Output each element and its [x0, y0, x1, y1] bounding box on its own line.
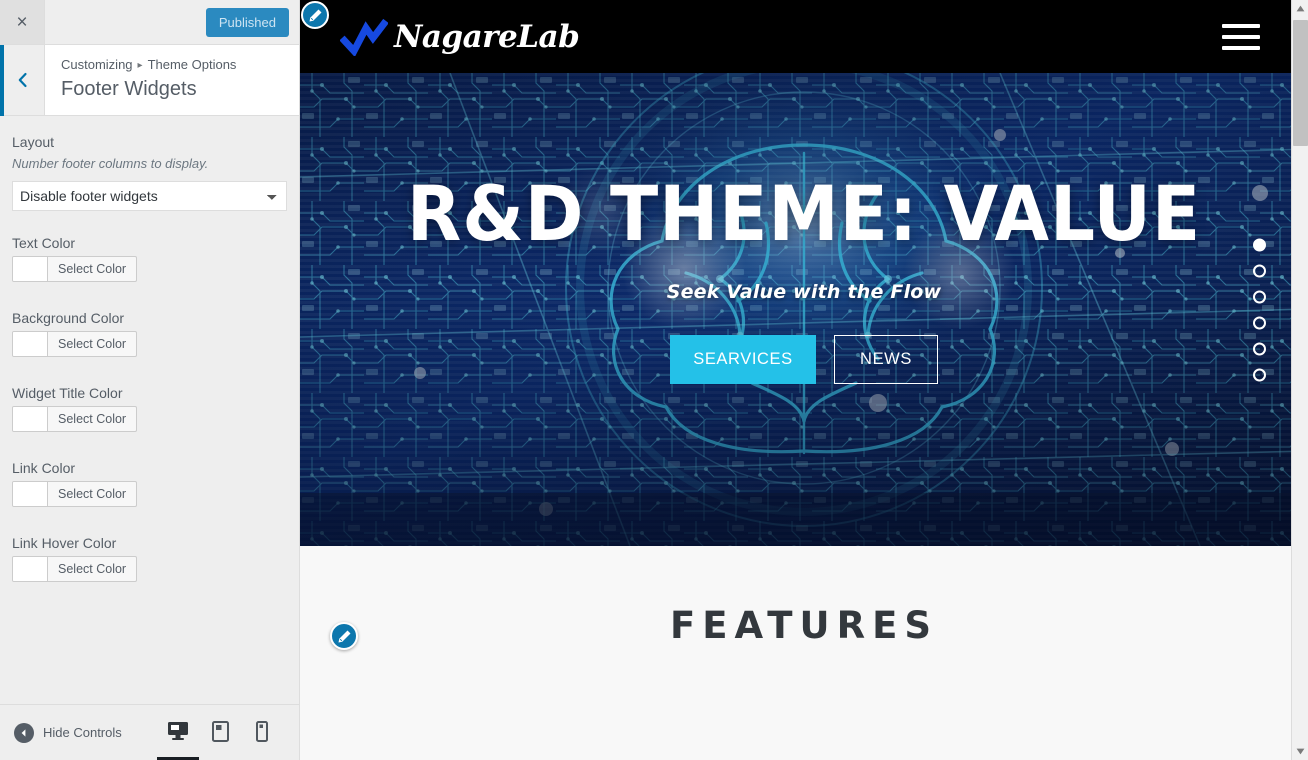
tablet-icon: [211, 720, 229, 742]
desktop-icon: [168, 722, 188, 740]
slider-dot-2[interactable]: [1253, 264, 1266, 277]
breadcrumb-root: Customizing: [61, 57, 133, 72]
customizer-app: × Published Customizing ▸ Theme Options Fo…: [0, 0, 1308, 760]
site-title: NagareLab: [394, 18, 580, 55]
close-icon: ×: [16, 11, 28, 33]
control-label-layout: Layout: [12, 134, 55, 150]
breadcrumb-parent: Theme Options: [147, 57, 237, 72]
edit-features-pin-button[interactable]: [330, 622, 358, 650]
slider-dot-3[interactable]: [1253, 290, 1266, 303]
pencil-icon: [309, 9, 321, 21]
background-color-picker-button[interactable]: Select Color: [12, 331, 138, 357]
collapse-arrow-icon: [14, 722, 34, 743]
panel-accent-bar: [0, 45, 4, 116]
control-label-link-color: Link Color: [12, 460, 76, 476]
text-color-picker-button[interactable]: Select Color: [12, 256, 138, 282]
control-link-hover-color: Link Hover Color Select Color: [12, 533, 287, 586]
control-label-link-hover-color: Link Hover Color: [12, 535, 117, 551]
control-widget-title-color: Widget Title Color Select Color: [12, 383, 287, 436]
edit-header-pin-button[interactable]: [301, 1, 329, 29]
widget-title-color-picker-button[interactable]: Select Color: [12, 406, 138, 432]
hide-controls-button[interactable]: Hide Controls: [0, 722, 157, 743]
nagare-mark-icon: [340, 18, 388, 56]
control-label-text-color: Text Color: [12, 235, 76, 251]
control-description-layout: Number footer columns to display.: [12, 156, 209, 171]
preview-scrollbar[interactable]: [1291, 0, 1308, 760]
customizer-panel-header: Customizing ▸ Theme Options Footer Widgets: [0, 45, 299, 116]
pencil-icon: [338, 630, 350, 642]
slider-dot-4[interactable]: [1253, 316, 1266, 329]
link-color-picker-button[interactable]: Select Color: [12, 481, 138, 507]
customizer-controls-list: Layout Number footer columns to display.…: [0, 116, 299, 704]
site-preview-frame: NagareLab R&D THEME: VALUE Seek Value wi…: [300, 0, 1308, 760]
hero-slider: R&D THEME: VALUE Seek Value with the Flo…: [300, 73, 1308, 546]
text-color-button-label: Select Color: [58, 262, 127, 276]
features-section: FEATURES: [300, 546, 1308, 760]
news-button[interactable]: NEWS: [834, 335, 938, 384]
background-color-swatch: [13, 332, 48, 356]
link-color-swatch: [13, 482, 48, 506]
close-customizer-button[interactable]: ×: [0, 0, 45, 44]
hide-controls-label: Hide Controls: [43, 725, 122, 740]
scroll-up-arrow-icon[interactable]: [1292, 0, 1308, 17]
features-heading: FEATURES: [669, 604, 938, 647]
hamburger-icon[interactable]: [1222, 23, 1260, 50]
site-header: NagareLab: [300, 0, 1308, 73]
publish-button[interactable]: Published: [205, 8, 289, 37]
hero-subtitle: Seek Value with the Flow: [666, 281, 942, 303]
scroll-down-arrow-icon[interactable]: [1292, 743, 1308, 760]
back-button[interactable]: [0, 45, 45, 115]
hamburger-bar: [1222, 34, 1260, 39]
hero-content: R&D THEME: VALUE Seek Value with the Flo…: [300, 73, 1308, 546]
mobile-icon: [256, 720, 268, 742]
customizer-topbar: × Published: [0, 0, 299, 45]
control-background-color: Background Color Select Color: [12, 308, 287, 361]
device-preview-switcher: [157, 705, 299, 760]
link-hover-color-swatch: [13, 557, 48, 581]
breadcrumb-separator-icon: ▸: [137, 60, 143, 71]
link-hover-color-picker-button[interactable]: Select Color: [12, 556, 138, 582]
site-logo[interactable]: NagareLab: [340, 18, 580, 56]
control-text-color: Text Color Select Color: [12, 233, 287, 286]
hero-cta-group: SEARVICES NEWS: [670, 335, 938, 384]
text-color-swatch: [13, 257, 48, 281]
hero-title: R&D THEME: VALUE: [406, 169, 1202, 258]
link-color-button-label: Select Color: [58, 487, 127, 501]
background-color-button-label: Select Color: [58, 337, 127, 351]
control-layout: Layout Number footer columns to display.…: [12, 132, 287, 211]
slider-dot-6[interactable]: [1253, 368, 1266, 381]
control-link-color: Link Color Select Color: [12, 458, 287, 511]
slider-pagination: [1253, 238, 1266, 381]
device-mobile-button[interactable]: [241, 706, 283, 760]
customizer-sidebar: × Published Customizing ▸ Theme Options Fo…: [0, 0, 300, 760]
breadcrumb: Customizing ▸ Theme Options: [61, 56, 236, 74]
services-button[interactable]: SEARVICES: [670, 335, 816, 384]
chevron-left-icon: [18, 72, 27, 88]
link-hover-color-button-label: Select Color: [58, 562, 127, 576]
control-label-background-color: Background Color: [12, 310, 125, 326]
device-tablet-button[interactable]: [199, 706, 241, 760]
scrollbar-thumb[interactable]: [1293, 20, 1308, 146]
page-title: Footer Widgets: [61, 78, 197, 100]
slider-dot-1[interactable]: [1253, 238, 1266, 251]
customizer-footer: Hide Controls: [0, 704, 299, 760]
hamburger-bar: [1222, 45, 1260, 50]
control-label-widget-title-color: Widget Title Color: [12, 385, 123, 401]
slider-dot-5[interactable]: [1253, 342, 1266, 355]
footer-layout-select[interactable]: Disable footer widgets: [12, 181, 287, 211]
device-desktop-button[interactable]: [157, 706, 199, 760]
widget-title-color-swatch: [13, 407, 48, 431]
hamburger-bar: [1222, 23, 1260, 28]
widget-title-color-button-label: Select Color: [58, 412, 127, 426]
